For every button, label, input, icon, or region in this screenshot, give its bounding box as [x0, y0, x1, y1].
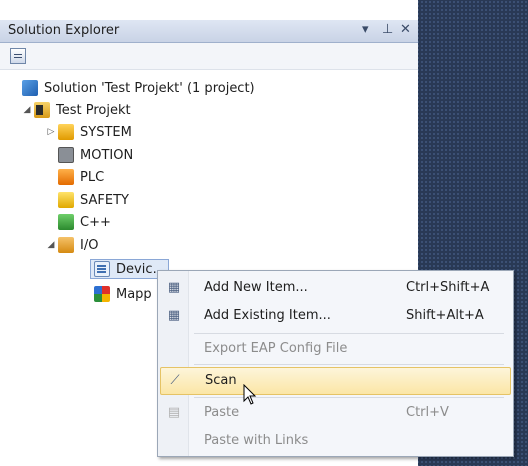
tree-label: Solution 'Test Projekt' (1 project) — [44, 80, 255, 96]
tree-label: Test Projekt — [56, 102, 131, 118]
menu-item-paste-with-links[interactable]: Paste with Links — [160, 428, 509, 454]
devices-icon — [94, 261, 110, 277]
menu-item-export-eap[interactable]: Export EAP Config File — [160, 336, 509, 362]
mappings-icon — [94, 286, 110, 302]
system-icon — [58, 124, 74, 140]
plc-icon — [58, 169, 74, 185]
add-new-item-icon: ▦ — [167, 280, 181, 295]
menu-item-add-existing-item[interactable]: ▦ Add Existing Item... Shift+Alt+A — [160, 303, 509, 329]
tree-node-cpp[interactable]: C++ — [58, 211, 111, 233]
tree-label: SAFETY — [80, 192, 129, 208]
collapsed-arrow-icon[interactable]: ▷ — [44, 127, 58, 137]
properties-icon[interactable] — [10, 48, 26, 64]
menu-separator — [194, 333, 504, 334]
paste-icon: ▤ — [167, 405, 181, 420]
panel-titlebar: Solution Explorer ▾ ⊥ ✕ — [0, 20, 418, 43]
tree-node-motion[interactable]: MOTION — [58, 144, 133, 166]
tree-node-project[interactable]: ◢ Test Projekt — [20, 99, 131, 121]
tree-label: MOTION — [80, 147, 134, 163]
io-icon — [58, 237, 74, 253]
tree-label: Mapp — [116, 286, 152, 302]
context-menu: ▦ Add New Item... Ctrl+Shift+A ▦ Add Exi… — [157, 270, 514, 457]
dropdown-icon[interactable]: ▾ — [362, 22, 369, 37]
safety-icon — [58, 192, 74, 208]
tree-node-plc[interactable]: PLC — [58, 166, 104, 188]
motion-icon — [58, 147, 74, 163]
magic-wand-icon: ⟋ — [170, 373, 180, 388]
pin-icon[interactable]: ⊥ — [382, 22, 393, 37]
tree-node-safety[interactable]: SAFETY — [58, 189, 129, 211]
panel-title: Solution Explorer — [8, 23, 120, 38]
close-icon[interactable]: ✕ — [400, 22, 411, 37]
tree-label: SYSTEM — [80, 124, 132, 140]
menu-item-add-new-item[interactable]: ▦ Add New Item... Ctrl+Shift+A — [160, 275, 509, 301]
tree-node-solution[interactable]: Solution 'Test Projekt' (1 project) — [8, 77, 255, 99]
solution-icon — [22, 80, 38, 96]
menu-item-paste[interactable]: ▤ Paste Ctrl+V — [160, 400, 509, 426]
menu-separator — [194, 364, 504, 365]
tree-label: C++ — [80, 214, 111, 230]
menu-item-scan[interactable]: ⟋ Scan — [160, 367, 511, 395]
cpp-icon — [58, 214, 74, 230]
expanded-arrow-icon[interactable]: ◢ — [44, 240, 58, 250]
tree-label: PLC — [80, 169, 105, 185]
tree-node-mappings[interactable]: Mapp — [94, 283, 152, 305]
tree-node-system[interactable]: ▷ SYSTEM — [44, 121, 132, 143]
expanded-arrow-icon[interactable]: ◢ — [20, 105, 34, 115]
project-icon — [34, 102, 50, 118]
mouse-cursor-icon — [243, 384, 257, 405]
tree-label: I/O — [80, 237, 99, 253]
add-existing-item-icon: ▦ — [167, 308, 181, 323]
menu-separator — [194, 397, 504, 398]
tree-node-io[interactable]: ◢ I/O — [44, 234, 98, 256]
explorer-toolbar — [0, 43, 418, 70]
